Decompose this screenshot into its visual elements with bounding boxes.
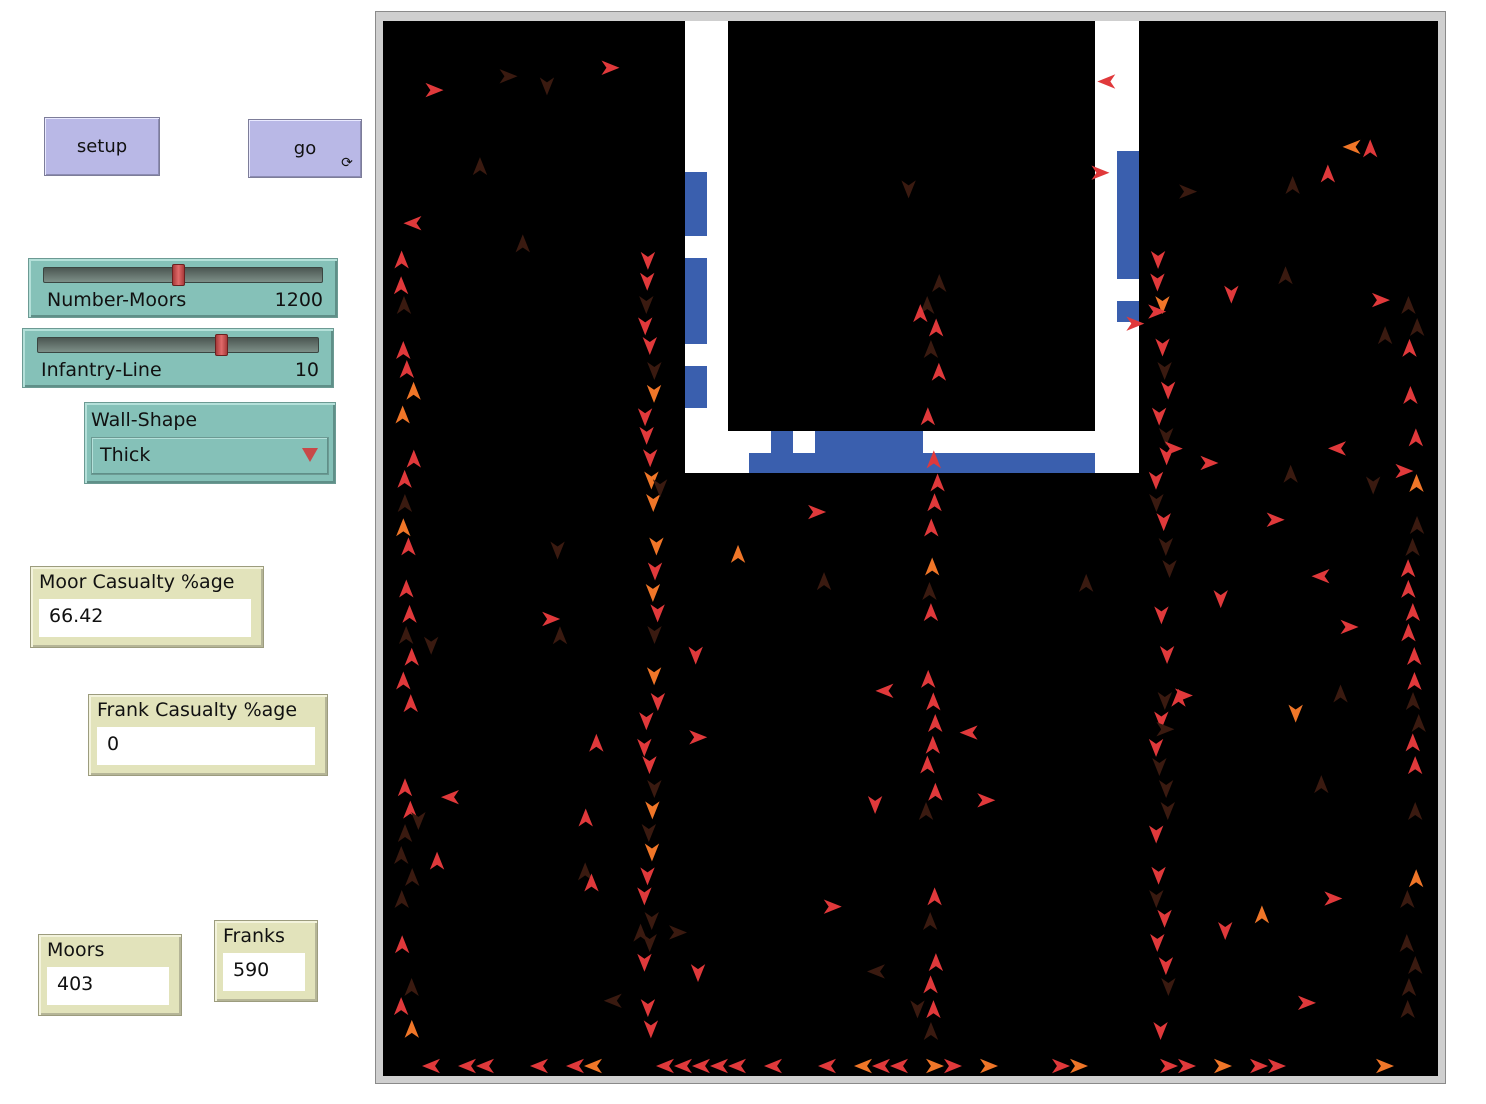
monitor-label: Moor Casualty %age xyxy=(39,571,235,593)
gate-right-1 xyxy=(1117,151,1139,279)
slider-thumb[interactable] xyxy=(172,264,186,286)
monitor-value: 0 xyxy=(107,733,120,755)
go-button-label: go xyxy=(293,138,317,159)
slider-label: Infantry-Line xyxy=(41,359,162,381)
slider-value: 1200 xyxy=(274,289,323,311)
gate-bottom-1 xyxy=(771,431,793,453)
infantry-line-slider[interactable]: Infantry-Line 10 xyxy=(22,328,334,388)
chooser-label: Wall-Shape xyxy=(91,409,198,431)
monitor-label: Frank Casualty %age xyxy=(97,699,298,721)
moor-casualty-monitor: Moor Casualty %age 66.42 xyxy=(30,566,264,648)
frank-casualty-monitor: Frank Casualty %age 0 xyxy=(88,694,328,776)
gate-left-1 xyxy=(685,172,707,236)
chooser-dropdown[interactable]: Thick xyxy=(91,437,329,475)
gate-left-3 xyxy=(685,366,707,408)
setup-button[interactable]: setup xyxy=(44,117,160,176)
monitor-label: Moors xyxy=(47,939,105,961)
gate-bottom-3 xyxy=(749,453,1095,473)
world-view[interactable] xyxy=(375,11,1446,1084)
world-canvas[interactable] xyxy=(383,21,1438,1076)
chooser-selected-value: Thick xyxy=(100,444,151,466)
dropdown-arrow-icon xyxy=(302,448,318,462)
monitor-value: 66.42 xyxy=(49,605,104,627)
gate-bottom-2 xyxy=(815,431,923,453)
wall-shape-chooser[interactable]: Wall-Shape Thick xyxy=(84,402,336,484)
go-button[interactable]: go ⟳ xyxy=(248,119,362,178)
gate-left-2 xyxy=(685,258,707,344)
moors-monitor: Moors 403 xyxy=(38,934,182,1016)
slider-track[interactable] xyxy=(43,264,323,286)
slider-label: Number-Moors xyxy=(47,289,187,311)
monitor-value: 403 xyxy=(57,973,94,995)
slider-value: 10 xyxy=(294,359,319,381)
franks-monitor: Franks 590 xyxy=(214,920,318,1002)
world-background xyxy=(383,21,1438,1076)
forever-arrows-icon: ⟳ xyxy=(341,155,353,171)
monitor-value: 590 xyxy=(233,959,270,981)
setup-button-label: setup xyxy=(76,136,128,157)
slider-thumb[interactable] xyxy=(215,334,228,356)
slider-track[interactable] xyxy=(37,334,319,356)
number-moors-slider[interactable]: Number-Moors 1200 xyxy=(28,258,338,318)
monitor-label: Franks xyxy=(223,925,285,947)
